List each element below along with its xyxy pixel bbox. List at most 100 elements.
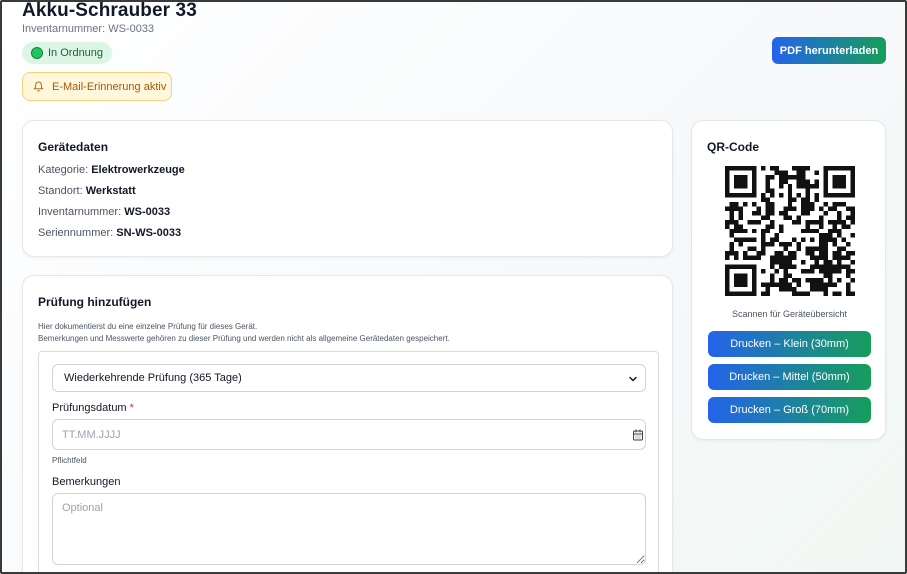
page-subtitle: Inventarnummer: WS-0033 bbox=[22, 23, 155, 35]
qr-module bbox=[846, 166, 851, 171]
qr-module bbox=[801, 210, 806, 216]
qr-module bbox=[792, 166, 797, 171]
qr-module bbox=[832, 179, 838, 184]
detail-row-location: Standort: Werkstatt bbox=[38, 185, 136, 197]
detail-label: Inventarnummer: bbox=[38, 206, 122, 218]
qr-module bbox=[787, 192, 793, 198]
qr-module bbox=[738, 291, 743, 296]
qr-module bbox=[814, 228, 820, 234]
qr-module bbox=[846, 269, 851, 274]
qr-module bbox=[837, 166, 842, 171]
qr-module bbox=[778, 183, 784, 189]
qr-module bbox=[751, 188, 757, 193]
qr-module bbox=[796, 278, 802, 283]
qr-module bbox=[751, 201, 757, 207]
qr-module bbox=[823, 264, 829, 270]
qr-module bbox=[823, 273, 829, 279]
qr-module bbox=[787, 251, 793, 256]
qr-module bbox=[747, 219, 752, 225]
qr-module bbox=[810, 183, 815, 189]
print-medium-button[interactable]: Drucken – Mittel (50mm) bbox=[708, 364, 871, 390]
qr-module bbox=[841, 224, 847, 229]
qr-module bbox=[783, 287, 788, 292]
qr-module bbox=[828, 233, 833, 238]
qr-module bbox=[769, 264, 775, 270]
qr-module bbox=[837, 246, 842, 252]
qr-module bbox=[801, 166, 806, 171]
qr-module bbox=[841, 183, 847, 189]
qr-module bbox=[751, 264, 757, 270]
qr-module bbox=[837, 215, 842, 220]
qr-module bbox=[823, 188, 829, 193]
qr-module bbox=[814, 192, 820, 198]
qr-module bbox=[733, 228, 739, 234]
qr-module bbox=[841, 237, 847, 243]
print-large-button[interactable]: Drucken – Groß (70mm) bbox=[708, 397, 871, 423]
qr-module bbox=[769, 260, 775, 265]
qr-module bbox=[783, 269, 788, 274]
qr-module bbox=[801, 260, 806, 265]
qr-module bbox=[850, 233, 855, 238]
qr-module bbox=[778, 174, 784, 180]
qr-module bbox=[792, 197, 797, 202]
qr-module bbox=[774, 260, 779, 265]
qr-module bbox=[742, 228, 748, 234]
qr-module bbox=[805, 201, 811, 207]
qr-module bbox=[837, 228, 842, 234]
qr-module bbox=[742, 278, 748, 283]
qr-module bbox=[796, 215, 802, 220]
qr-module bbox=[814, 260, 820, 265]
qr-module bbox=[805, 179, 811, 184]
qr-module bbox=[823, 237, 829, 243]
qr-module bbox=[725, 291, 730, 296]
qr-module bbox=[774, 282, 779, 288]
pdf-download-button[interactable]: PDF herunterladen bbox=[772, 37, 886, 64]
qr-module bbox=[765, 282, 770, 288]
qr-module bbox=[742, 201, 748, 207]
qr-module bbox=[751, 228, 757, 234]
qr-module bbox=[725, 287, 730, 292]
qr-module bbox=[783, 255, 788, 261]
add-inspection-description: Hier dokumentierst du eine einzelne Prüf… bbox=[38, 321, 450, 345]
qr-module bbox=[774, 166, 779, 171]
inspection-type-select[interactable]: Wiederkehrende Prüfung (365 Tage) bbox=[52, 364, 646, 392]
qr-module bbox=[738, 215, 743, 220]
qr-module bbox=[765, 188, 770, 193]
qr-module bbox=[814, 282, 820, 288]
qr-module bbox=[751, 179, 757, 184]
qr-module bbox=[823, 192, 829, 198]
qr-module bbox=[819, 215, 824, 220]
qr-module bbox=[810, 201, 815, 207]
qr-module bbox=[814, 255, 820, 261]
qr-module bbox=[738, 264, 743, 270]
qr-module bbox=[747, 237, 752, 243]
qr-module bbox=[738, 278, 743, 283]
qr-module bbox=[778, 251, 784, 256]
qr-module bbox=[841, 192, 847, 198]
remarks-textarea[interactable] bbox=[52, 493, 646, 565]
detail-label: Kategorie: bbox=[38, 164, 89, 176]
qr-module bbox=[810, 255, 815, 261]
qr-module bbox=[846, 255, 851, 261]
qr-module bbox=[841, 201, 847, 207]
qr-module bbox=[832, 255, 838, 261]
calendar-icon[interactable] bbox=[632, 429, 644, 441]
qr-module bbox=[733, 273, 739, 279]
qr-module bbox=[823, 174, 829, 180]
device-details-title: Gerätedaten bbox=[38, 140, 109, 154]
qr-module bbox=[792, 264, 797, 270]
qr-module bbox=[832, 291, 838, 296]
qr-module bbox=[787, 287, 793, 292]
print-small-button[interactable]: Drucken – Klein (30mm) bbox=[708, 331, 871, 357]
reminder-label: E-Mail-Erinnerung aktiv bbox=[52, 80, 167, 93]
qr-module bbox=[765, 291, 770, 296]
qr-module bbox=[792, 237, 797, 243]
qr-module bbox=[725, 174, 730, 180]
qr-module bbox=[801, 237, 806, 243]
qr-module bbox=[765, 215, 770, 220]
qr-module bbox=[832, 174, 838, 180]
qr-module bbox=[742, 273, 748, 279]
qr-module bbox=[810, 287, 815, 292]
inspection-date-input[interactable] bbox=[52, 419, 646, 450]
description-line: Hier dokumentierst du eine einzelne Prüf… bbox=[38, 322, 258, 331]
